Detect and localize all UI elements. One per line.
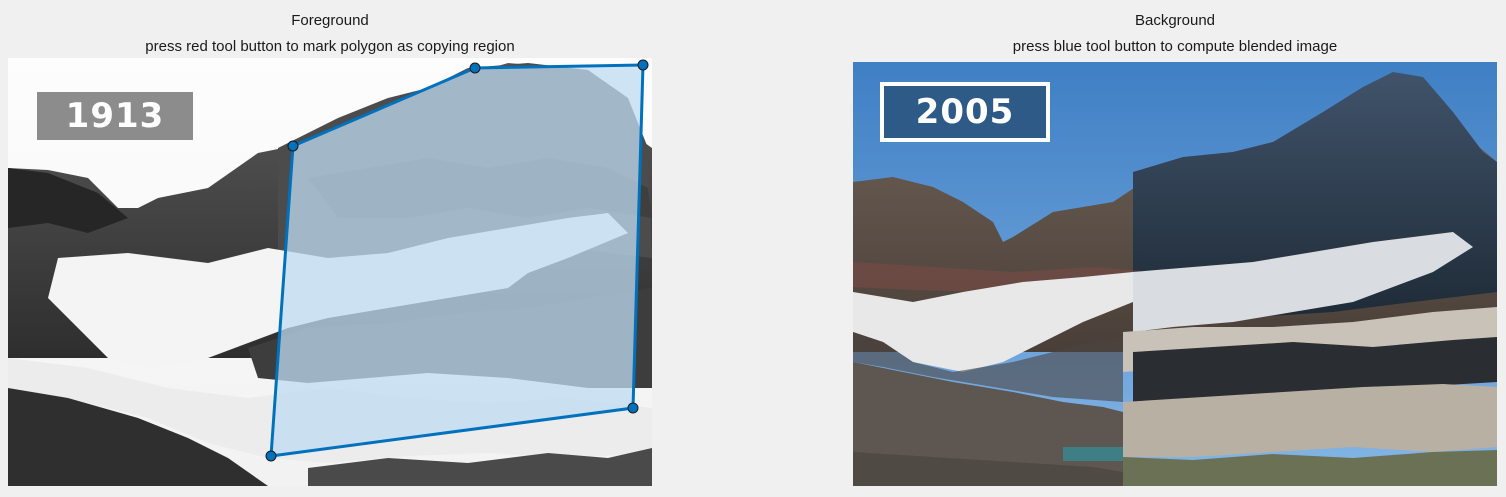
year-label-1913: 1913 [37,92,193,140]
year-label-2005: 2005 [880,82,1050,142]
background-instruction: press blue tool button to compute blende… [1012,38,1338,55]
foreground-image-axes[interactable]: 1913 [8,58,652,486]
polygon-vertex-3[interactable] [637,59,649,71]
polygon-vertex-1[interactable] [287,140,299,152]
polygon-vertex-4[interactable] [627,402,639,414]
background-panel: Background press blue tool button to com… [853,0,1497,497]
foreground-panel: Foreground press red tool button to mark… [8,0,652,497]
foreground-title: Foreground [291,12,369,29]
polygon-vertex-2[interactable] [469,62,481,74]
foreground-instruction: press red tool button to mark polygon as… [145,38,515,55]
polygon-vertex-5[interactable] [265,450,277,462]
background-image-axes[interactable]: 2005 [853,62,1497,486]
background-title: Background [1134,12,1216,29]
